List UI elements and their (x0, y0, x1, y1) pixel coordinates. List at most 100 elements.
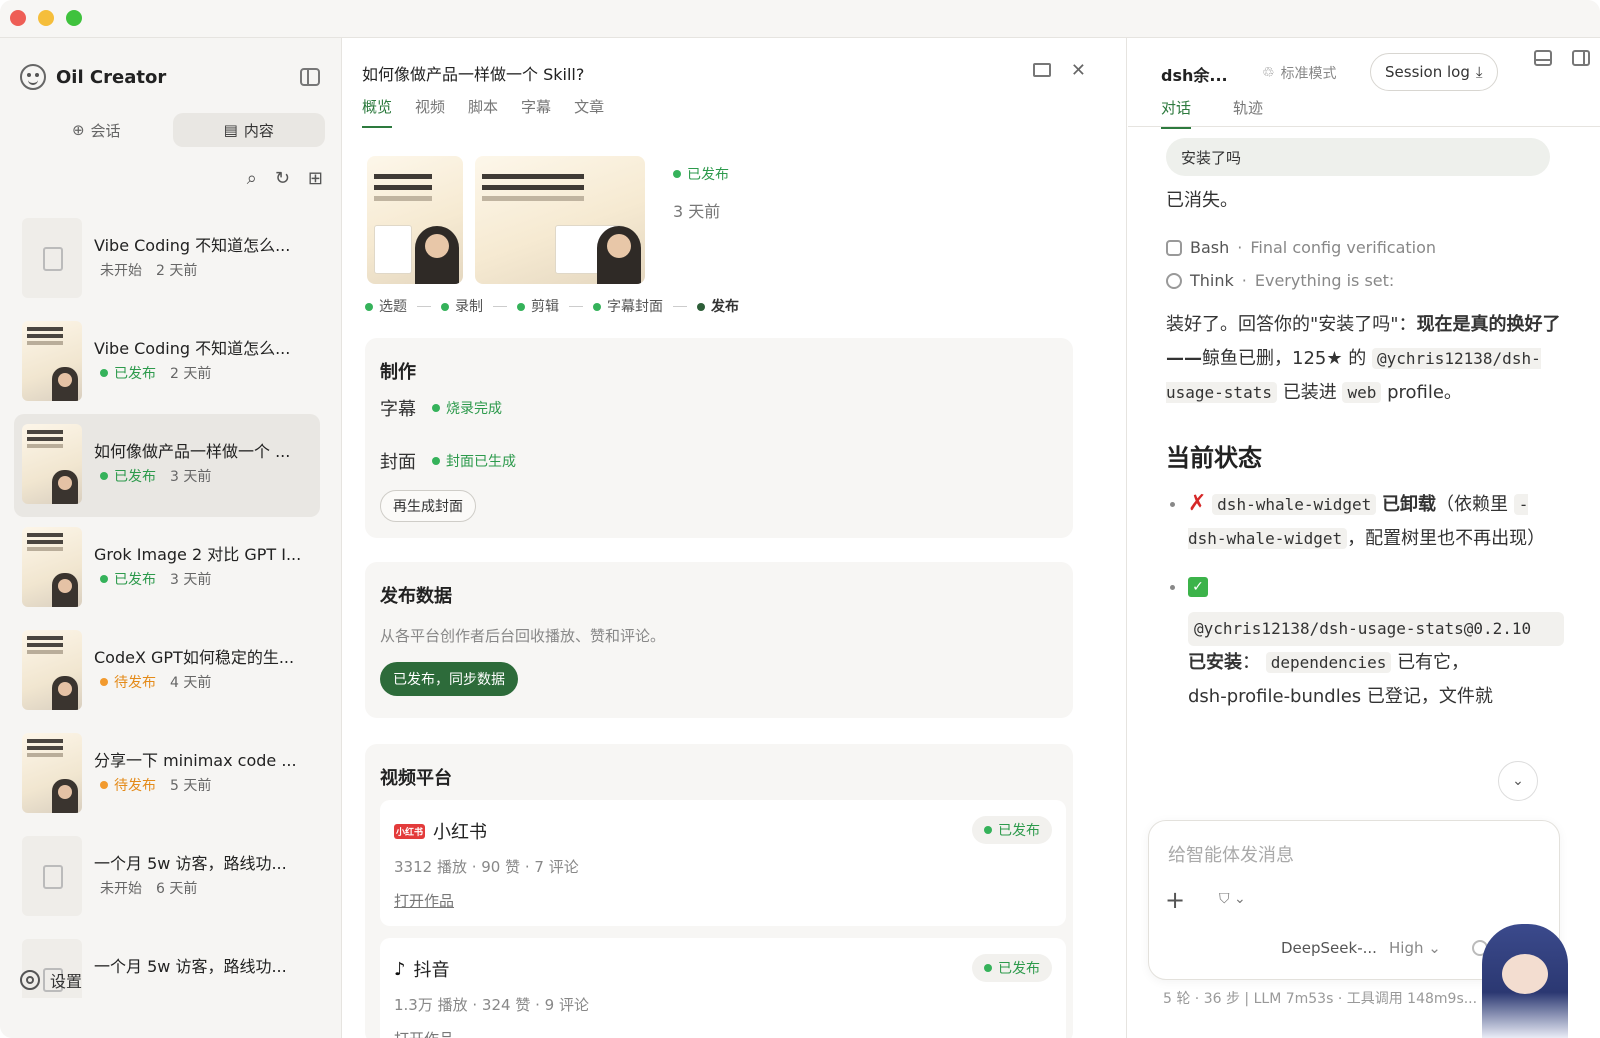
tool-call-think[interactable]: Think · Everything is set: (1166, 271, 1564, 290)
chevron-down-icon: ⌄ (1512, 773, 1524, 789)
subtitle-label: 字幕 (380, 399, 416, 420)
item-meta: 未开始 6 天前 (100, 878, 197, 898)
reply-code: web (1342, 382, 1382, 403)
tab-trace[interactable]: 轨迹 (1233, 97, 1263, 129)
think-icon (1166, 272, 1182, 289)
brand: Oil Creator (20, 64, 166, 90)
platform-card-douyin: ♪ 抖音 1.3万 播放 · 324 赞 · 9 评论 打开作品 已发布 (380, 938, 1066, 1038)
sync-data-button[interactable]: 已发布，同步数据 (380, 662, 518, 696)
panel-layout-controls (1534, 50, 1590, 66)
cover-image-horizontal[interactable] (475, 156, 645, 284)
segment-sessions[interactable]: ⊕ 会话 (20, 113, 173, 147)
item-age: 6 天前 (156, 881, 198, 897)
permission-shield-icon[interactable]: ⛉ ⌄ (1219, 891, 1246, 907)
search-icon[interactable]: ⌕ (247, 168, 257, 189)
tool-call-bash[interactable]: Bash · Final config verification (1166, 238, 1564, 257)
subtitle-row: 字幕 烧录完成 (380, 395, 502, 421)
right-panel-icon[interactable] (1572, 50, 1590, 66)
thumbnail-placeholder-icon (22, 836, 82, 916)
settings-button[interactable]: 设置 (20, 968, 82, 992)
divider (1128, 126, 1600, 127)
tool-desc: Everything is set: (1254, 271, 1395, 290)
tool-desc: Final config verification (1250, 238, 1437, 257)
app-name: Oil Creator (56, 66, 167, 88)
subtitle-status: 烧录完成 (432, 398, 502, 418)
refresh-icon[interactable]: ↻ (275, 168, 290, 189)
new-content-icon[interactable]: ⊞ (308, 168, 323, 189)
model-selector[interactable]: DeepSeek-... (1281, 939, 1377, 957)
message-input[interactable]: 给智能体发消息 (1168, 841, 1294, 867)
folder-icon[interactable] (1032, 63, 1051, 77)
item-title: 一个月 5w 访客，路线功... (94, 957, 287, 976)
bullet-bold: 已安装 (1188, 652, 1242, 673)
item-age: 2 天前 (170, 366, 212, 382)
list-item[interactable]: Vibe Coding 不知道怎么... 已发布 2 天前 (14, 311, 320, 414)
agent-name: dsh余... (1161, 66, 1228, 85)
item-thumbnail (22, 321, 82, 401)
item-age: 3 天前 (170, 469, 212, 485)
publish-status-label: 已发布 (687, 167, 729, 183)
tab-conversation[interactable]: 对话 (1161, 97, 1192, 129)
list-item[interactable]: 分享一下 minimax code ... 待发布 5 天前 (14, 723, 320, 826)
app-logo-icon (20, 64, 46, 90)
tab-overview[interactable]: 概览 (362, 96, 393, 128)
item-age: 3 天前 (170, 572, 212, 588)
bottom-panel-icon[interactable] (1534, 50, 1552, 66)
tab-script[interactable]: 脚本 (468, 96, 498, 128)
pipeline-step: 字幕封面 (593, 296, 663, 316)
settings-label: 设置 (50, 972, 83, 991)
item-meta: 已发布 2 天前 (100, 363, 211, 383)
cover-image-vertical[interactable] (367, 156, 463, 284)
status-dot (673, 170, 681, 178)
list-item[interactable]: Vibe Coding 不知道怎么... 未开始 2 天前 (14, 208, 320, 311)
effort-selector[interactable]: High ⌄ (1389, 939, 1441, 957)
item-title: 如何像做产品一样做一个 ... (94, 442, 291, 461)
list-item[interactable]: CodeX GPT如何稳定的生... 待发布 4 天前 (14, 620, 320, 723)
session-log-button[interactable]: Session log ⤓ (1370, 53, 1498, 91)
detail-actions: ✕ (1032, 60, 1086, 81)
platform-stats: 1.3万 播放 · 324 赞 · 9 评论 (394, 996, 589, 1014)
user-message: 安装了吗 (1166, 138, 1550, 176)
segment-content[interactable]: ▤ 内容 (172, 113, 325, 147)
status-dot (100, 575, 108, 583)
platforms-title: 视频平台 (380, 768, 452, 789)
open-work-link[interactable]: 打开作品 (394, 890, 454, 911)
item-status-label: 已发布 (114, 469, 156, 485)
sidebar-segment-control: ⊕ 会话 ▤ 内容 (20, 113, 325, 147)
bullet-codeblock: @ychris12138/dsh-usage-stats@0.2.10 (1188, 612, 1564, 646)
item-status-label: 待发布 (114, 675, 156, 691)
tab-article[interactable]: 文章 (574, 96, 604, 128)
mode-icon: ♲ (1262, 65, 1275, 81)
platform-stats: 3312 播放 · 90 赞 · 7 评论 (394, 858, 579, 876)
thumbnail-placeholder-icon (22, 218, 82, 298)
item-status: 已发布 (100, 466, 156, 486)
list-item-selected[interactable]: 如何像做产品一样做一个 ... 已发布 3 天前 (14, 414, 320, 517)
scroll-down-button[interactable]: ⌄ (1498, 761, 1538, 801)
close-window-button[interactable] (10, 10, 26, 26)
list-item[interactable]: 一个月 5w 访客，路线功... 未开始 6 天前 (14, 826, 320, 929)
pipeline-step: 选题 (365, 296, 407, 316)
effort-label: High (1389, 939, 1424, 957)
minimize-window-button[interactable] (38, 10, 54, 26)
item-title: 分享一下 minimax code ... (94, 751, 297, 770)
item-age: 2 天前 (156, 263, 198, 279)
zoom-window-button[interactable] (66, 10, 82, 26)
assistant-text: 已消失。 (1166, 190, 1238, 211)
segment-content-label: 内容 (243, 121, 274, 140)
item-meta: 待发布 4 天前 (100, 672, 211, 692)
open-work-link[interactable]: 打开作品 (394, 1028, 454, 1038)
sidebar-toggle-icon[interactable] (300, 68, 320, 86)
close-icon[interactable]: ✕ (1071, 60, 1086, 81)
tab-video[interactable]: 视频 (415, 96, 445, 128)
attach-plus-icon[interactable]: + (1165, 886, 1185, 914)
regenerate-cover-button[interactable]: 再生成封面 (380, 490, 476, 522)
mascot-avatar[interactable] (1482, 924, 1568, 1038)
bullet-text: （依赖里 (1436, 494, 1509, 515)
mode-selector[interactable]: ♲ 标准模式 (1262, 63, 1337, 83)
tab-subtitles[interactable]: 字幕 (521, 96, 551, 128)
xiaohongshu-logo-icon: 小红书 (394, 823, 426, 839)
item-status: 待发布 (100, 672, 156, 692)
pipeline-steps: 选题 录制 剪辑 字幕封面 发布 (365, 296, 739, 316)
list-item[interactable]: Grok Image 2 对比 GPT I... 已发布 3 天前 (14, 517, 320, 620)
agent-tabs: 对话 轨迹 (1161, 97, 1263, 129)
